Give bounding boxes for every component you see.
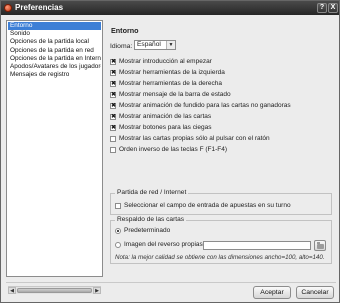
checkbox[interactable] (110, 135, 116, 142)
option-fade-animation[interactable]: ✖ Mostrar animación de fundido para las … (110, 101, 291, 110)
radio-custom-image[interactable]: Imagen del reverso propias: (115, 241, 205, 248)
sidebar-item-avatars[interactable]: Apodos/Avatares de los jugadores (8, 63, 101, 71)
option-label: Mostrar animación de fundido para las ca… (119, 102, 291, 109)
radio-default[interactable]: Predeterminado (115, 227, 170, 234)
help-button[interactable]: ? (317, 3, 327, 13)
option-label: Mostrar herramientas de la derecha (119, 80, 222, 87)
sidebar-item-entorno[interactable]: Entorno (8, 22, 101, 31)
option-label: Orden inverso de las teclas F (F1-F4) (119, 146, 228, 153)
preferences-window: Preferencias ? X Entorno Sonido Opciones… (0, 0, 340, 303)
folder-icon (317, 242, 324, 249)
option-label: Mostrar las cartas propias sólo al pulsa… (119, 135, 270, 142)
card-back-group: Respaldo de las cartas Predeterminado Im… (110, 216, 332, 264)
checkbox[interactable]: ✖ (110, 80, 116, 87)
checkbox[interactable]: ✖ (110, 102, 116, 109)
chevron-down-icon[interactable]: ▼ (166, 41, 175, 49)
checkbox[interactable]: ✖ (110, 91, 116, 98)
app-logo-icon (4, 4, 12, 12)
close-button[interactable]: X (328, 3, 338, 13)
language-select[interactable]: Español ▼ (134, 40, 176, 50)
option-label: Mostrar mensaje de la barra de estado (119, 91, 231, 98)
option-label: Mostrar herramientas de la izquierda (119, 69, 225, 76)
option-left-tools[interactable]: ✖ Mostrar herramientas de la izquierda (110, 68, 225, 77)
language-label: Idioma: (110, 43, 133, 50)
category-sidebar: Entorno Sonido Opciones de la partida lo… (6, 20, 103, 294)
cancel-button[interactable]: Cancelar (296, 286, 334, 299)
option-right-tools[interactable]: ✖ Mostrar herramientas de la derecha (110, 79, 222, 88)
checkbox[interactable]: ✖ (110, 69, 116, 76)
option-label: Seleccionar el campo de entrada de apues… (124, 202, 291, 209)
sidebar-item-network-game[interactable]: Opciones de la partida en red (8, 47, 101, 55)
option-card-animation[interactable]: ✖ Mostrar animación de las cartas (110, 112, 211, 121)
horizontal-scrollbar[interactable]: ◀ ▶ (8, 286, 101, 294)
scroll-thumb[interactable] (17, 288, 92, 293)
option-blind-buttons[interactable]: ✖ Mostrar botones para las ciegas (110, 123, 212, 132)
sidebar-item-sonido[interactable]: Sonido (8, 30, 101, 38)
image-path-input[interactable] (203, 241, 311, 250)
scroll-right-icon[interactable]: ▶ (93, 287, 101, 294)
group-title: Respaldo de las cartas (115, 216, 187, 223)
divider (6, 282, 336, 283)
sidebar-item-internet-game[interactable]: Opciones de la partida en Internet (8, 55, 101, 63)
checkbox[interactable]: ✖ (110, 58, 116, 65)
option-status-bar[interactable]: ✖ Mostrar mensaje de la barra de estado (110, 90, 231, 99)
group-title: Partida de red / Internet (115, 189, 189, 196)
option-select-bet-field[interactable]: Seleccionar el campo de entrada de apues… (115, 201, 291, 210)
option-label: Mostrar animación de las cartas (119, 113, 212, 120)
window-title: Preferencias (15, 3, 64, 12)
accept-button[interactable]: Aceptar (253, 286, 291, 299)
option-reverse-fkeys[interactable]: Orden inverso de las teclas F (F1-F4) (110, 145, 227, 154)
scroll-left-icon[interactable]: ◀ (8, 287, 16, 294)
option-label: Mostrar botones para las ciegas (119, 124, 212, 131)
title-bar[interactable]: Preferencias ? X (1, 1, 339, 15)
radio-button[interactable] (115, 241, 121, 248)
settings-panel: Entorno Idioma: Español ▼ ✖ Mostrar intr… (106, 20, 336, 277)
checkbox[interactable]: ✖ (110, 124, 116, 131)
browse-button[interactable] (314, 240, 326, 251)
language-value: Español (137, 41, 161, 48)
checkbox[interactable] (115, 202, 121, 209)
dimensions-note: Nota: la mejor calidad se obtiene con la… (115, 254, 325, 261)
option-label: Mostrar introducción al empezar (119, 58, 212, 65)
radio-button[interactable] (115, 227, 121, 234)
network-group: Partida de red / Internet Seleccionar el… (110, 189, 332, 215)
sidebar-item-log-messages[interactable]: Mensajes de registro (8, 71, 101, 79)
radio-label: Predeterminado (124, 227, 171, 234)
sidebar-item-local-game[interactable]: Opciones de la partida local (8, 38, 101, 46)
checkbox[interactable] (110, 146, 116, 153)
category-list: Entorno Sonido Opciones de la partida lo… (8, 22, 101, 79)
option-show-own-cards[interactable]: Mostrar las cartas propias sólo al pulsa… (110, 134, 270, 143)
section-title: Entorno (111, 26, 139, 35)
checkbox[interactable]: ✖ (110, 113, 116, 120)
option-show-intro[interactable]: ✖ Mostrar introducción al empezar (110, 57, 212, 66)
radio-label: Imagen del reverso propias: (124, 241, 205, 248)
